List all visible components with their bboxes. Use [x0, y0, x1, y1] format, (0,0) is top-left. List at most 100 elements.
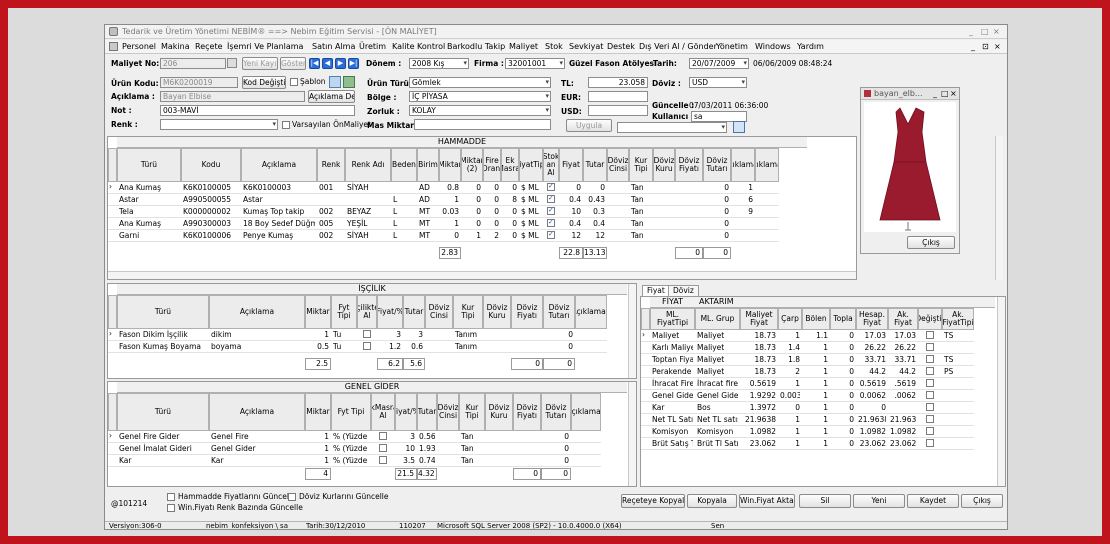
- genel-gider-col-header[interactable]: Döviz Fiyatı: [513, 393, 541, 431]
- inner-close-icon[interactable]: ×: [994, 42, 1001, 51]
- genel-gider-col-header[interactable]: Miktar: [305, 393, 331, 431]
- hammadde-cell[interactable]: Penye Kumaş: [243, 230, 315, 241]
- fiyat-cell[interactable]: 21.9638: [742, 414, 776, 425]
- hammadde-cell[interactable]: $ ML: [521, 230, 541, 241]
- fiyat-cell[interactable]: 0: [832, 402, 854, 413]
- iscilik-col-header[interactable]: Kur Tipi: [453, 295, 483, 329]
- hammadde-col-header[interactable]: Renk: [317, 148, 345, 182]
- fiyat-cell[interactable]: 1.1: [804, 330, 828, 341]
- menu-kalite[interactable]: Kalite Kontrol: [392, 42, 445, 51]
- hammadde-cell[interactable]: 002: [319, 230, 343, 241]
- hammadde-cell[interactable]: 0: [585, 182, 605, 193]
- hammadde-cell[interactable]: 0.4: [585, 218, 605, 229]
- genel-gider-cell[interactable]: 1.93: [419, 443, 435, 454]
- fiyat-cell[interactable]: 1: [804, 378, 828, 389]
- fiyat-col-header[interactable]: Değiştir: [918, 308, 942, 330]
- fiyat-cell[interactable]: 1.3972: [742, 402, 776, 413]
- fiyat-cell[interactable]: 0.5619: [742, 378, 776, 389]
- fiyat-cell[interactable]: 1: [804, 402, 828, 413]
- eur-field[interactable]: [588, 91, 648, 102]
- hammadde-cell[interactable]: 0.03: [441, 206, 459, 217]
- hammadde-col-header[interactable]: Açıklama2: [731, 148, 755, 182]
- fiyat-cell[interactable]: 0.0062: [858, 390, 886, 401]
- iscilik-col-header[interactable]: Döviz Tutarı: [543, 295, 575, 329]
- hammadde-cell[interactable]: AD: [419, 182, 437, 193]
- genel-gider-col-header[interactable]: Tutar: [417, 393, 437, 431]
- hammadde-col-header[interactable]: Miktar (2): [461, 148, 483, 182]
- iscilik-cell-checkbox[interactable]: [363, 342, 371, 350]
- iscilik-col-header[interactable]: Açıklama2: [575, 295, 607, 329]
- fiyat-cell[interactable]: 17.03: [858, 330, 886, 341]
- genel-gider-cell[interactable]: Tan: [461, 443, 483, 454]
- winfiyat-checkbox[interactable]: [167, 504, 175, 512]
- hammadde-cell[interactable]: Tan: [631, 218, 651, 229]
- hammadde-cell-checkbox[interactable]: [547, 218, 555, 227]
- genel-gider-col-header[interactable]: Açıklama: [209, 393, 305, 431]
- hammadde-col-header[interactable]: Stok an Al: [543, 148, 559, 182]
- fiyat-cell[interactable]: Maliyet: [697, 330, 738, 341]
- fiyat-cell[interactable]: 0: [832, 354, 854, 365]
- fiyat-cell[interactable]: 44.2: [890, 366, 916, 377]
- menu-uretim[interactable]: Üretim: [359, 42, 386, 51]
- hammadde-col-header[interactable]: Döviz Tutarı: [703, 148, 731, 182]
- fiyat-cell[interactable]: 18.73: [742, 366, 776, 377]
- urun-kodu-field[interactable]: M6K0200019: [160, 77, 238, 88]
- fiyat-cell[interactable]: Komisyon: [697, 426, 738, 437]
- genel-gider-cell[interactable]: Genel Gider: [211, 443, 303, 454]
- hammadde-cell[interactable]: 0: [485, 218, 499, 229]
- inner-minimize-icon[interactable]: _: [971, 42, 975, 51]
- hammadde-cell[interactable]: 6: [733, 194, 753, 205]
- iscilik-cell[interactable]: 0: [545, 329, 573, 340]
- fiyat-cell[interactable]: Brüt Tl Satış: [697, 438, 738, 449]
- fiyat-cell[interactable]: 1: [780, 414, 800, 425]
- fiyat-vscroll[interactable]: [997, 297, 1005, 486]
- genel-gider-cell[interactable]: 0: [543, 455, 569, 466]
- genel-gider-cell[interactable]: Tan: [461, 455, 483, 466]
- genel-gider-cell[interactable]: 0.56: [419, 431, 435, 442]
- fiyat-cell[interactable]: 0: [858, 402, 886, 413]
- fiyat-cell[interactable]: 23.062: [742, 438, 776, 449]
- iscilik-cell[interactable]: 0.6: [405, 341, 423, 352]
- iscilik-col-header[interactable]: Tutar: [403, 295, 425, 329]
- fiyat-cell[interactable]: Karlı Maliyet: [652, 342, 693, 353]
- fiyat-cell[interactable]: 21.9638: [890, 414, 916, 425]
- fiyat-col-header[interactable]: Topla: [830, 308, 856, 330]
- aciklama-degistir-button[interactable]: Açıklama Değ: [308, 90, 355, 103]
- fiyat-cell[interactable]: Bos: [697, 402, 738, 413]
- hammadde-cell[interactable]: 0: [705, 194, 729, 205]
- cikis-button[interactable]: Çıkış: [961, 494, 1003, 508]
- menu-stok[interactable]: Stok: [545, 42, 563, 51]
- hammadde-cell[interactable]: Ana Kumaş: [119, 218, 179, 229]
- fiyat-cell[interactable]: 18.73: [742, 354, 776, 365]
- fiyat-cell[interactable]: Perakende F: [652, 366, 693, 377]
- fiyat-cell-checkbox[interactable]: [926, 427, 934, 435]
- genel-gider-cell[interactable]: Kar: [211, 455, 303, 466]
- hammadde-cell[interactable]: Astar: [243, 194, 315, 205]
- hammadde-cell[interactable]: 1: [441, 194, 459, 205]
- fiyat-cell[interactable]: 33.71: [890, 354, 916, 365]
- hammadde-col-header[interactable]: Tutar: [583, 148, 607, 182]
- hammadde-cell[interactable]: BEYAZ: [347, 206, 389, 217]
- menu-recete[interactable]: Reçete: [195, 42, 223, 51]
- iscilik-cell[interactable]: Fason Kumaş Boyama: [119, 341, 207, 352]
- fiyat-col-header[interactable]: Maliyet Fiyat: [740, 308, 778, 330]
- menu-barkod[interactable]: Barkodlu Takip: [447, 42, 505, 51]
- kaydet-button[interactable]: Kaydet: [907, 494, 959, 508]
- hammadde-cell[interactable]: 002: [319, 206, 343, 217]
- hammadde-cell[interactable]: 0: [485, 182, 499, 193]
- fiyat-cell[interactable]: TS: [944, 354, 972, 365]
- genel-gider-col-header[interactable]: Açıklama2: [571, 393, 601, 431]
- hammadde-cell[interactable]: 005: [319, 218, 343, 229]
- fiyat-cell[interactable]: 1: [780, 438, 800, 449]
- iscilik-col-header[interactable]: Döviz Fiyatı: [511, 295, 543, 329]
- bolge-select[interactable]: İÇ PİYASA: [409, 91, 551, 102]
- sil-button[interactable]: Sil: [799, 494, 851, 508]
- fiyat-col-header[interactable]: ML. Grup: [695, 308, 740, 330]
- hammadde-cell[interactable]: 2: [485, 230, 499, 241]
- fiyat-cell[interactable]: TS: [944, 330, 972, 341]
- genel-gider-cell[interactable]: Kar: [119, 455, 207, 466]
- urun-turu-select[interactable]: Gömlek: [409, 77, 551, 88]
- hammadde-col-header[interactable]: Türü: [117, 148, 181, 182]
- right-vscroll[interactable]: [995, 136, 1003, 280]
- tab-doviz[interactable]: Döviz: [668, 285, 699, 296]
